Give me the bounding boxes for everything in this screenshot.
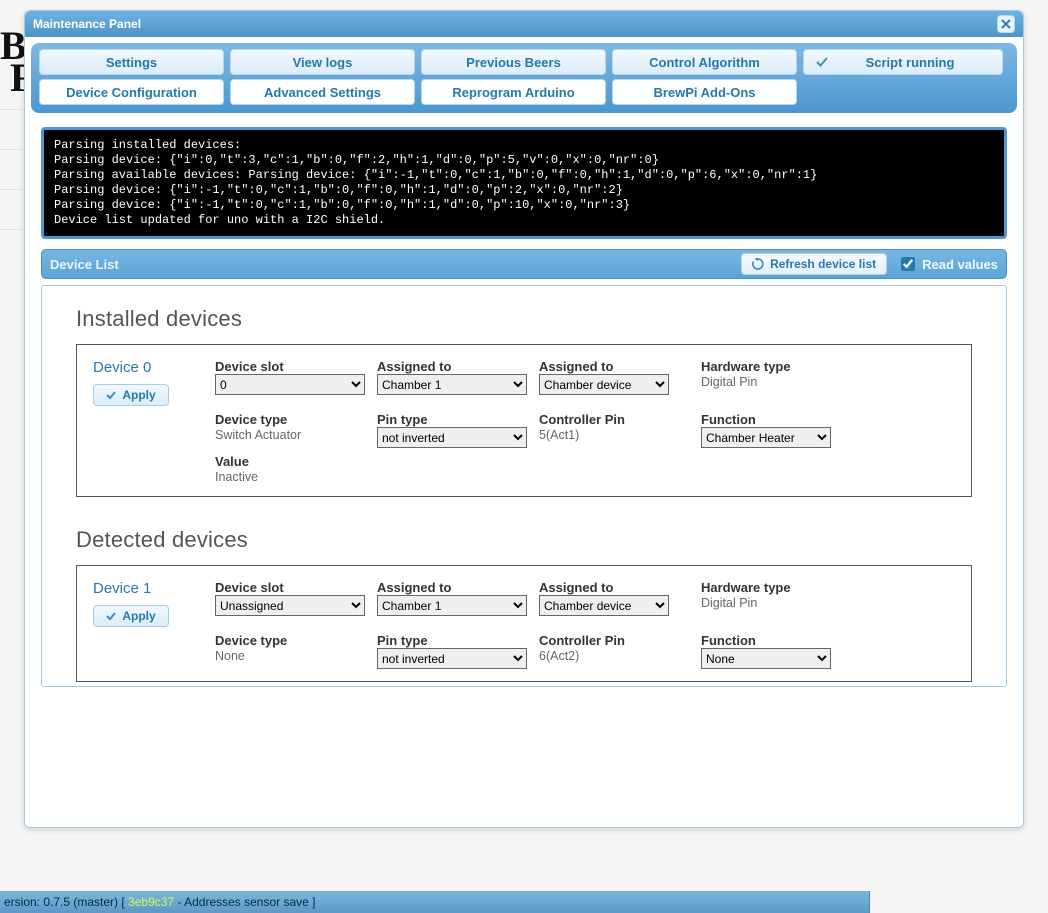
controller-pin-label: Controller Pin [539, 412, 689, 427]
dialog-titlebar: Maintenance Panel [25, 11, 1023, 37]
device-list-bar: Device List Refresh device list Read val… [41, 249, 1007, 279]
tab-script-running-label: Script running [840, 55, 980, 70]
tab-device-configuration[interactable]: Device Configuration [39, 79, 224, 105]
assigned-to-label: Assigned to [377, 580, 527, 595]
installed-devices-heading: Installed devices [76, 306, 972, 332]
apply-button-label: Apply [122, 388, 155, 402]
tab-script-running[interactable]: Script running [803, 49, 1003, 75]
device-type-value: None [215, 649, 365, 663]
refresh-icon [752, 258, 764, 270]
tab-advanced-settings[interactable]: Advanced Settings [230, 79, 415, 105]
background-left-strip [0, 70, 22, 870]
controller-pin-label: Controller Pin [539, 633, 689, 648]
read-values-label: Read values [922, 257, 998, 272]
device-slot-label: Device slot [215, 359, 365, 374]
device-id: Device 0 [93, 359, 203, 376]
dialog-title: Maintenance Panel [33, 17, 997, 31]
check-icon [106, 390, 116, 400]
apply-button[interactable]: Apply [93, 605, 169, 627]
pin-type-label: Pin type [377, 633, 527, 648]
footer-version-bar: ersion: 0.7.5 (master) [ 3eb9c37 - Addre… [0, 891, 870, 913]
function-select[interactable]: Chamber Heater [701, 427, 831, 448]
footer-hash: 3eb9c37 [128, 895, 174, 909]
pin-type-label: Pin type [377, 412, 527, 427]
refresh-device-list-label: Refresh device list [770, 257, 876, 271]
controller-pin-value: 5(Act1) [539, 428, 689, 442]
dialog-close-button[interactable] [997, 15, 1015, 33]
pin-type-select[interactable]: not inverted [377, 427, 527, 448]
device-slot-select[interactable]: Unassigned [215, 595, 365, 616]
apply-button[interactable]: Apply [93, 384, 169, 406]
controller-pin-value: 6(Act2) [539, 649, 689, 663]
tab-reprogram-arduino[interactable]: Reprogram Arduino [421, 79, 606, 105]
console-output: Parsing installed devices: Parsing devic… [41, 127, 1007, 239]
value-label: Value [215, 454, 365, 469]
tab-previous-beers[interactable]: Previous Beers [421, 49, 606, 75]
tab-settings[interactable]: Settings [39, 49, 224, 75]
detected-devices-heading: Detected devices [76, 527, 972, 553]
assigned-to-chamber-select[interactable]: Chamber 1 [377, 595, 527, 616]
tab-view-logs[interactable]: View logs [230, 49, 415, 75]
function-select[interactable]: None [701, 648, 831, 669]
device-area: Installed devices Device 0 Apply [41, 285, 1007, 687]
tab-control-algorithm[interactable]: Control Algorithm [612, 49, 797, 75]
read-values-checkbox[interactable] [901, 257, 915, 271]
check-icon [106, 611, 116, 621]
assigned-to-chamber-select[interactable]: Chamber 1 [377, 374, 527, 395]
assigned-to-label: Assigned to [539, 580, 689, 595]
function-label: Function [701, 412, 851, 427]
device-type-label: Device type [215, 633, 365, 648]
device-slot-label: Device slot [215, 580, 365, 595]
device-slot-select[interactable]: 0 [215, 374, 365, 395]
device-scroll[interactable]: Installed devices Device 0 Apply [42, 286, 1006, 686]
footer-prefix: ersion: 0.7.5 (master) [ [4, 895, 128, 909]
device-id: Device 1 [93, 580, 203, 597]
assigned-to-label: Assigned to [539, 359, 689, 374]
assigned-to-device-select[interactable]: Chamber device [539, 595, 669, 616]
read-values-toggle[interactable]: Read values [897, 254, 998, 274]
function-label: Function [701, 633, 851, 648]
tabstrip: Settings View logs Previous Beers Contro… [31, 43, 1017, 113]
close-icon [1001, 19, 1011, 29]
pin-type-select[interactable]: not inverted [377, 648, 527, 669]
hardware-type-label: Hardware type [701, 359, 851, 374]
value-value: Inactive [215, 470, 365, 484]
hardware-type-value: Digital Pin [701, 596, 851, 610]
device-type-label: Device type [215, 412, 365, 427]
device-type-value: Switch Actuator [215, 428, 365, 442]
apply-button-label: Apply [122, 609, 155, 623]
assigned-to-label: Assigned to [377, 359, 527, 374]
assigned-to-device-select[interactable]: Chamber device [539, 374, 669, 395]
footer-suffix: - Addresses sensor save ] [174, 895, 315, 909]
device-box-0: Device 0 Apply Device slot 0 [76, 344, 972, 497]
device-box-1: Device 1 Apply Device slot Unassigned [76, 565, 972, 682]
tab-brewpi-addons[interactable]: BrewPi Add-Ons [612, 79, 797, 105]
maintenance-panel-dialog: Maintenance Panel Settings View logs Pre… [24, 10, 1024, 828]
device-list-title: Device List [50, 257, 741, 272]
hardware-type-label: Hardware type [701, 580, 851, 595]
refresh-device-list-button[interactable]: Refresh device list [741, 253, 887, 275]
hardware-type-value: Digital Pin [701, 375, 851, 389]
check-icon [812, 56, 832, 68]
